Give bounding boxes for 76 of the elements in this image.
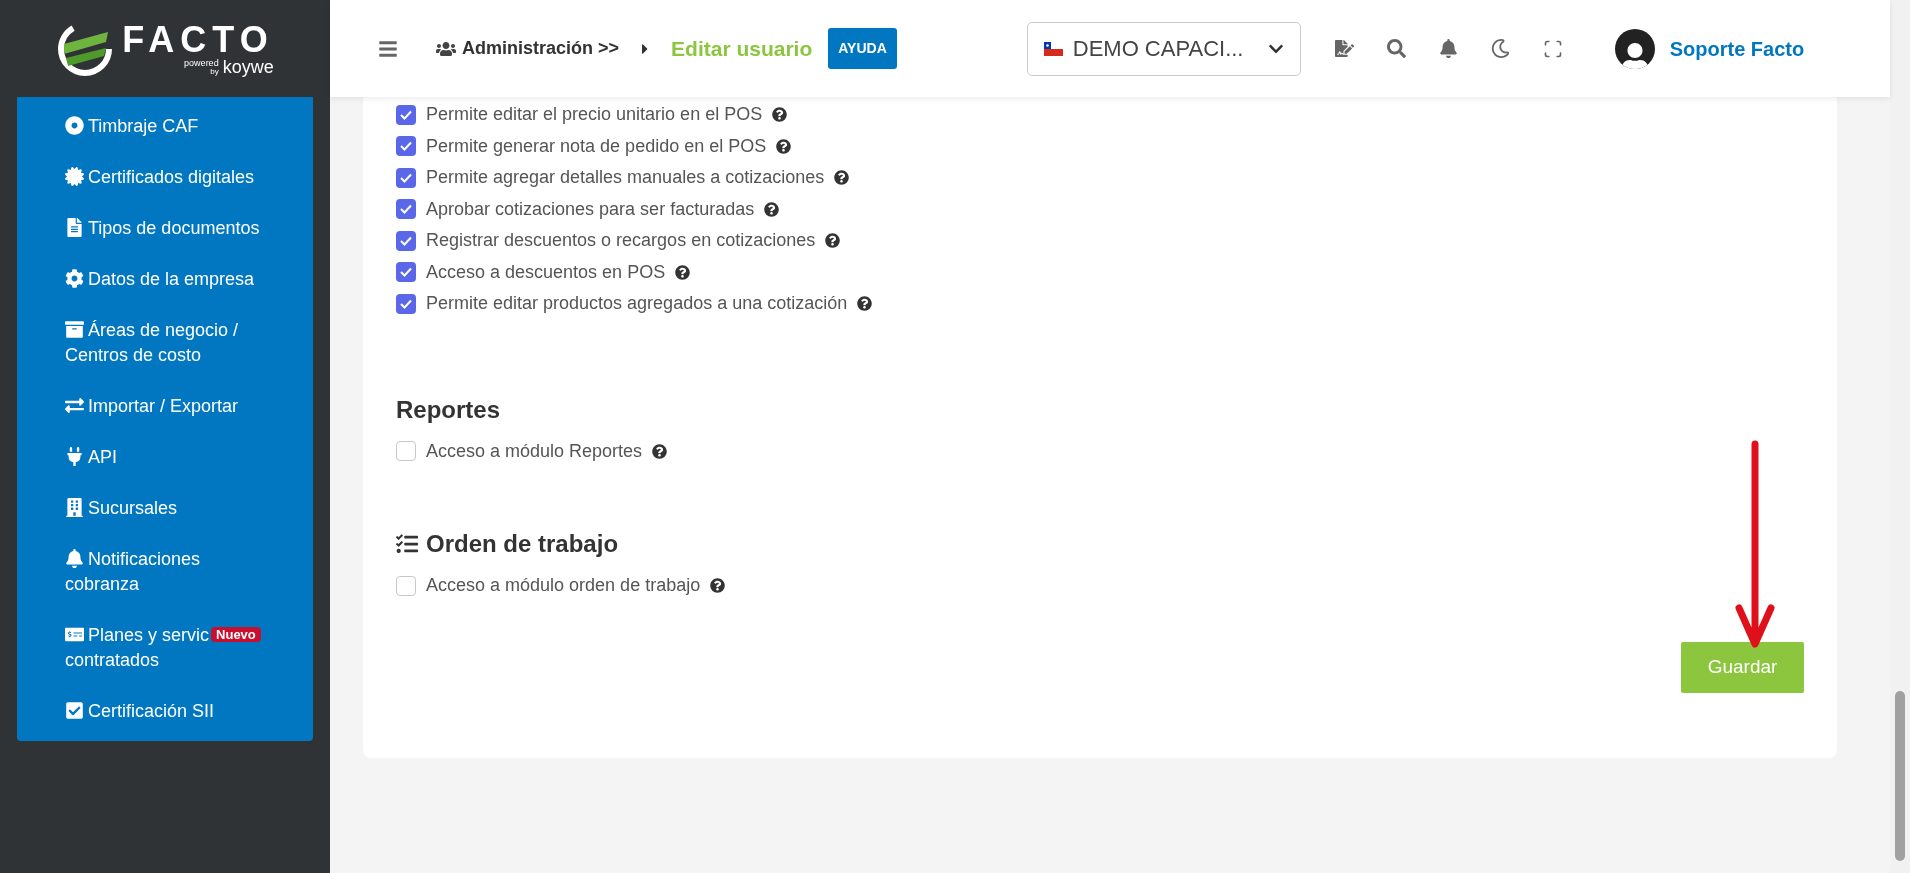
bell-icon bbox=[65, 549, 84, 568]
checkbox[interactable] bbox=[396, 167, 416, 188]
gear-icon bbox=[65, 269, 84, 288]
company-select[interactable]: DEMO CAPACI... bbox=[1026, 21, 1301, 76]
checkmark-icon bbox=[400, 141, 412, 152]
permission-label: Acceso a módulo orden de trabajo bbox=[426, 574, 701, 598]
checkmark-icon bbox=[400, 109, 412, 120]
fullscreen-icon[interactable] bbox=[1542, 38, 1563, 59]
permission-label: Aprobar cotizaciones para ser facturadas bbox=[426, 197, 755, 221]
help-icon[interactable] bbox=[710, 578, 726, 594]
checkbox[interactable] bbox=[396, 575, 416, 596]
certificate-icon bbox=[65, 167, 84, 186]
checkbox-icon bbox=[65, 701, 84, 720]
help-icon[interactable] bbox=[652, 443, 668, 459]
checkbox[interactable] bbox=[396, 441, 416, 462]
plug-icon bbox=[65, 447, 84, 466]
help-icon[interactable] bbox=[857, 296, 873, 312]
logo-text: FACTO bbox=[122, 21, 274, 58]
permission-label: Acceso a módulo Reportes bbox=[426, 439, 643, 463]
help-icon[interactable] bbox=[825, 233, 841, 249]
checkbox[interactable] bbox=[396, 136, 416, 157]
help-icon[interactable] bbox=[772, 107, 788, 123]
help-icon[interactable] bbox=[776, 138, 792, 154]
breadcrumb-parent[interactable]: Administración >> bbox=[462, 35, 620, 62]
checkbox[interactable] bbox=[396, 293, 416, 314]
sidebar-item[interactable]: Certificación SII bbox=[65, 686, 305, 737]
checkmark-icon bbox=[400, 298, 412, 309]
sidebar-item[interactable]: Certificados digitales bbox=[65, 152, 305, 203]
help-icon[interactable] bbox=[834, 170, 850, 186]
sidebar-item[interactable]: Importar / Exportar bbox=[65, 381, 305, 432]
money-card-icon bbox=[65, 625, 84, 644]
permission-label: Registrar descuentos o recargos en cotizaciones bbox=[426, 229, 816, 253]
checkbox[interactable] bbox=[396, 262, 416, 283]
breadcrumb-current: Editar usuario bbox=[671, 35, 813, 62]
sidebar-item[interactable]: Sucursales bbox=[65, 483, 305, 534]
checkbox[interactable] bbox=[396, 199, 416, 220]
permission-label: Permite editar productos agregados a una cotización bbox=[426, 292, 848, 316]
checkmark-icon bbox=[400, 267, 412, 278]
checklist-icon bbox=[396, 533, 418, 555]
menu-icon[interactable] bbox=[378, 38, 398, 59]
sidebar-item[interactable]: API bbox=[65, 432, 305, 483]
permission-label: Permite editar el precio unitario en el POS bbox=[426, 103, 763, 127]
user-avatar[interactable] bbox=[1614, 28, 1655, 69]
search-icon[interactable] bbox=[1386, 39, 1406, 58]
permission-label: Permite agregar detalles manuales a cotizaciones bbox=[426, 166, 825, 190]
sidebar-item[interactable]: Datos de la empresa bbox=[65, 254, 305, 305]
notifications-icon[interactable] bbox=[1438, 39, 1458, 58]
help-button[interactable]: AYUDA bbox=[828, 28, 897, 69]
sidebar-item[interactable]: Tipos de documentos bbox=[65, 203, 305, 254]
checkbox[interactable] bbox=[396, 104, 416, 125]
section-title: Orden de trabajo bbox=[426, 529, 619, 559]
user-name[interactable]: Soporte Facto bbox=[1669, 33, 1805, 64]
new-badge: Nuevo bbox=[211, 627, 261, 642]
archive-box-icon bbox=[65, 320, 84, 339]
building-icon bbox=[65, 498, 84, 517]
sidebar-item[interactable]: Timbraje CAF bbox=[65, 101, 305, 152]
powered-text: powered bbox=[184, 58, 219, 68]
help-icon[interactable] bbox=[764, 201, 780, 217]
sidebar-item[interactable]: Áreas de negocio / Centros de costo bbox=[65, 305, 305, 381]
checkmark-icon bbox=[400, 204, 412, 215]
checkmark-icon bbox=[400, 172, 412, 183]
moon-icon[interactable] bbox=[1490, 39, 1510, 58]
permission-label: Permite generar nota de pedido en el POS bbox=[426, 134, 767, 158]
signed-document-icon[interactable] bbox=[1334, 39, 1354, 58]
by-text: by bbox=[210, 67, 219, 76]
checkbox[interactable] bbox=[396, 230, 416, 251]
help-icon[interactable] bbox=[675, 264, 691, 280]
permission-label: Acceso a descuentos en POS bbox=[426, 260, 666, 284]
target-icon bbox=[65, 116, 84, 135]
swap-arrows-icon bbox=[65, 396, 84, 415]
document-icon bbox=[65, 218, 84, 237]
section-title: Reportes bbox=[396, 394, 501, 425]
flag-icon bbox=[1043, 41, 1063, 56]
checkmark-icon bbox=[400, 235, 412, 246]
sidebar-item[interactable]: Notificaciones cobranza bbox=[65, 534, 305, 610]
brand-text: koywe bbox=[222, 57, 274, 76]
